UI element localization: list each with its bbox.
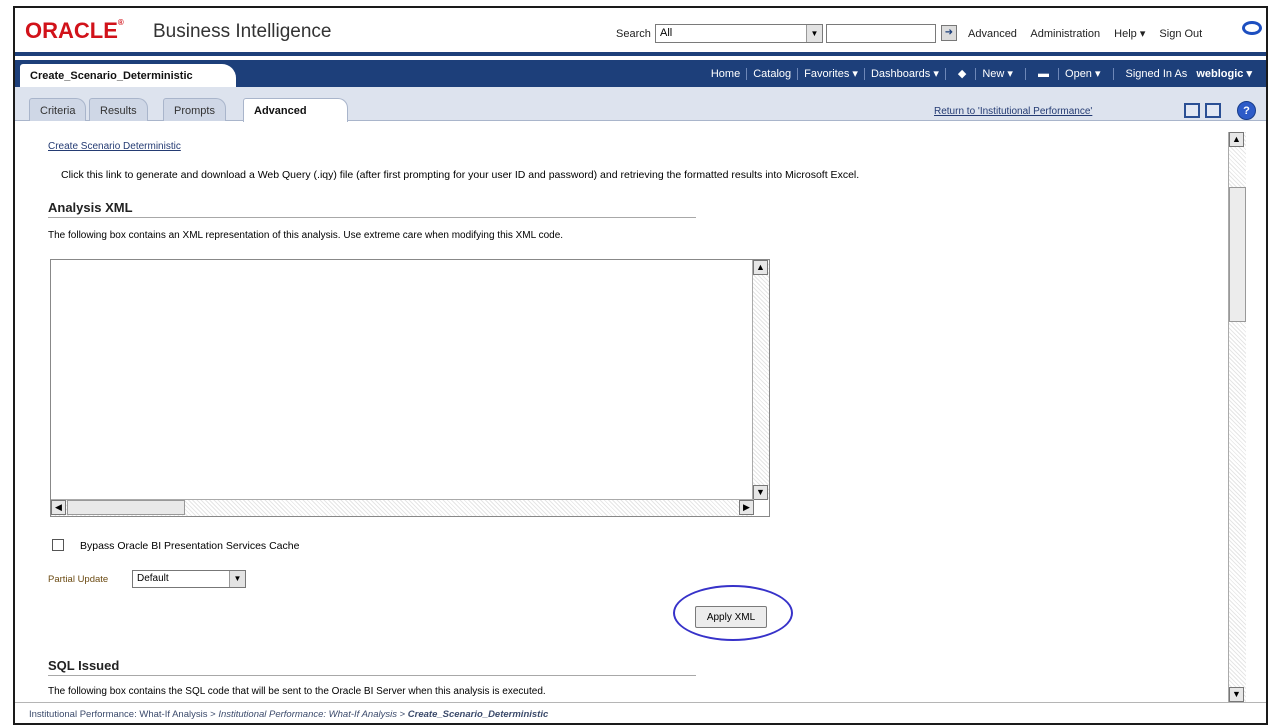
web-query-description: Click this link to generate and download…: [61, 169, 860, 181]
nav-links: Home Catalog Favorites ▾ Dashboards ▾ ◆ New …: [705, 67, 1258, 80]
scroll-down-icon[interactable]: ▼: [753, 485, 768, 500]
scroll-up-icon[interactable]: ▲: [1229, 132, 1244, 147]
nav-open[interactable]: ▬ Open ▾: [1024, 68, 1113, 80]
document-tab[interactable]: Create_Scenario_Deterministic: [20, 64, 236, 87]
tab-advanced[interactable]: Advanced: [243, 98, 348, 122]
nav-dashboards[interactable]: Dashboards ▾: [863, 68, 945, 80]
partial-update-value: Default: [137, 573, 169, 584]
signed-in-info[interactable]: Signed In As weblogic ▾: [1112, 68, 1258, 80]
save-icon[interactable]: [1184, 103, 1200, 118]
sql-issued-description: The following box contains the SQL code …: [48, 686, 546, 697]
chevron-down-icon[interactable]: ▼: [229, 571, 245, 587]
breadcrumb-separator: >: [210, 709, 216, 720]
xml-vertical-scrollbar[interactable]: ▲ ▼: [752, 260, 769, 500]
top-header: ORACLE® Business Intelligence Search All…: [15, 8, 1266, 56]
nav-catalog[interactable]: Catalog: [746, 68, 798, 80]
main-scroll-thumb[interactable]: [1229, 187, 1246, 322]
partial-update-select[interactable]: Default ▼: [132, 570, 246, 588]
scroll-left-icon[interactable]: ◀: [51, 500, 66, 515]
scroll-thumb[interactable]: [67, 500, 185, 515]
breadcrumb-current: Create_Scenario_Deterministic: [407, 709, 549, 720]
bypass-cache-checkbox[interactable]: [52, 539, 64, 551]
help-icon[interactable]: ?: [1237, 101, 1256, 120]
folder-icon: ▬: [1037, 68, 1053, 80]
nav-favorites[interactable]: Favorites ▾: [797, 68, 864, 80]
breadcrumb-separator: >: [399, 709, 406, 720]
browser-frame: ORACLE® Business Intelligence Search All…: [13, 6, 1268, 725]
analysis-xml-heading: Analysis XML: [48, 200, 696, 218]
nav-home[interactable]: Home: [705, 68, 746, 80]
scroll-up-icon[interactable]: ▲: [753, 260, 768, 275]
administration-link[interactable]: Administration: [1030, 28, 1100, 40]
chevron-down-icon[interactable]: ▼: [806, 25, 822, 42]
tab-prompts[interactable]: Prompts: [163, 98, 226, 121]
global-nav: Create_Scenario_Deterministic Home Catalo…: [15, 60, 1266, 87]
analysis-xml-textarea[interactable]: ▲ ▼ ◀ ▶: [50, 259, 770, 517]
oracle-ring-icon: [1242, 21, 1262, 35]
search-go-icon[interactable]: ➜: [941, 25, 957, 41]
oracle-logo: ORACLE®: [25, 18, 124, 43]
help-menu[interactable]: Help ▾: [1114, 28, 1145, 40]
header-links: Advanced Administration Help ▾ Sign Out: [968, 27, 1213, 40]
analysis-xml-description: The following box contains an XML repres…: [48, 230, 564, 241]
scroll-down-icon[interactable]: ▼: [1229, 687, 1244, 702]
product-name: Business Intelligence: [153, 21, 332, 42]
username: weblogic ▾: [1196, 68, 1252, 80]
advanced-panel: Create Scenario Deterministic Click this…: [35, 122, 1245, 702]
search-scope-select[interactable]: All ▼: [655, 24, 823, 43]
web-query-link[interactable]: Create Scenario Deterministic: [48, 141, 181, 152]
search-input[interactable]: [826, 24, 936, 43]
xml-horizontal-scrollbar[interactable]: ◀ ▶: [51, 499, 754, 516]
partial-update-label: Partial Update: [48, 574, 109, 585]
sql-issued-heading: SQL Issued: [48, 658, 696, 676]
breadcrumb-item[interactable]: Institutional Performance: What-If Analy…: [218, 709, 397, 720]
editor-tabs: Criteria Results Prompts Advanced Return…: [15, 87, 1266, 122]
apply-xml-button[interactable]: Apply XML: [695, 606, 767, 628]
main-vertical-scrollbar[interactable]: ▲ ▼: [1228, 132, 1246, 702]
bypass-cache-label: Bypass Oracle BI Presentation Services C…: [80, 540, 300, 552]
new-icon: ◆: [957, 68, 970, 80]
breadcrumb-item[interactable]: Institutional Performance: What-If Analy…: [29, 709, 207, 720]
search-scope-value: All: [660, 27, 673, 39]
tab-results[interactable]: Results: [89, 98, 148, 121]
breadcrumb: Institutional Performance: What-If Analy…: [15, 702, 1266, 723]
advanced-link[interactable]: Advanced: [968, 28, 1017, 40]
sign-out-link[interactable]: Sign Out: [1159, 28, 1202, 40]
scroll-right-icon[interactable]: ▶: [739, 500, 754, 515]
nav-new[interactable]: ◆ New ▾: [944, 68, 1025, 80]
search-label: Search: [616, 28, 651, 40]
tab-criteria[interactable]: Criteria: [29, 98, 87, 121]
save-as-icon[interactable]: [1205, 103, 1221, 118]
return-link[interactable]: Return to 'Institutional Performance': [934, 106, 1092, 117]
xml-text[interactable]: [51, 260, 751, 498]
